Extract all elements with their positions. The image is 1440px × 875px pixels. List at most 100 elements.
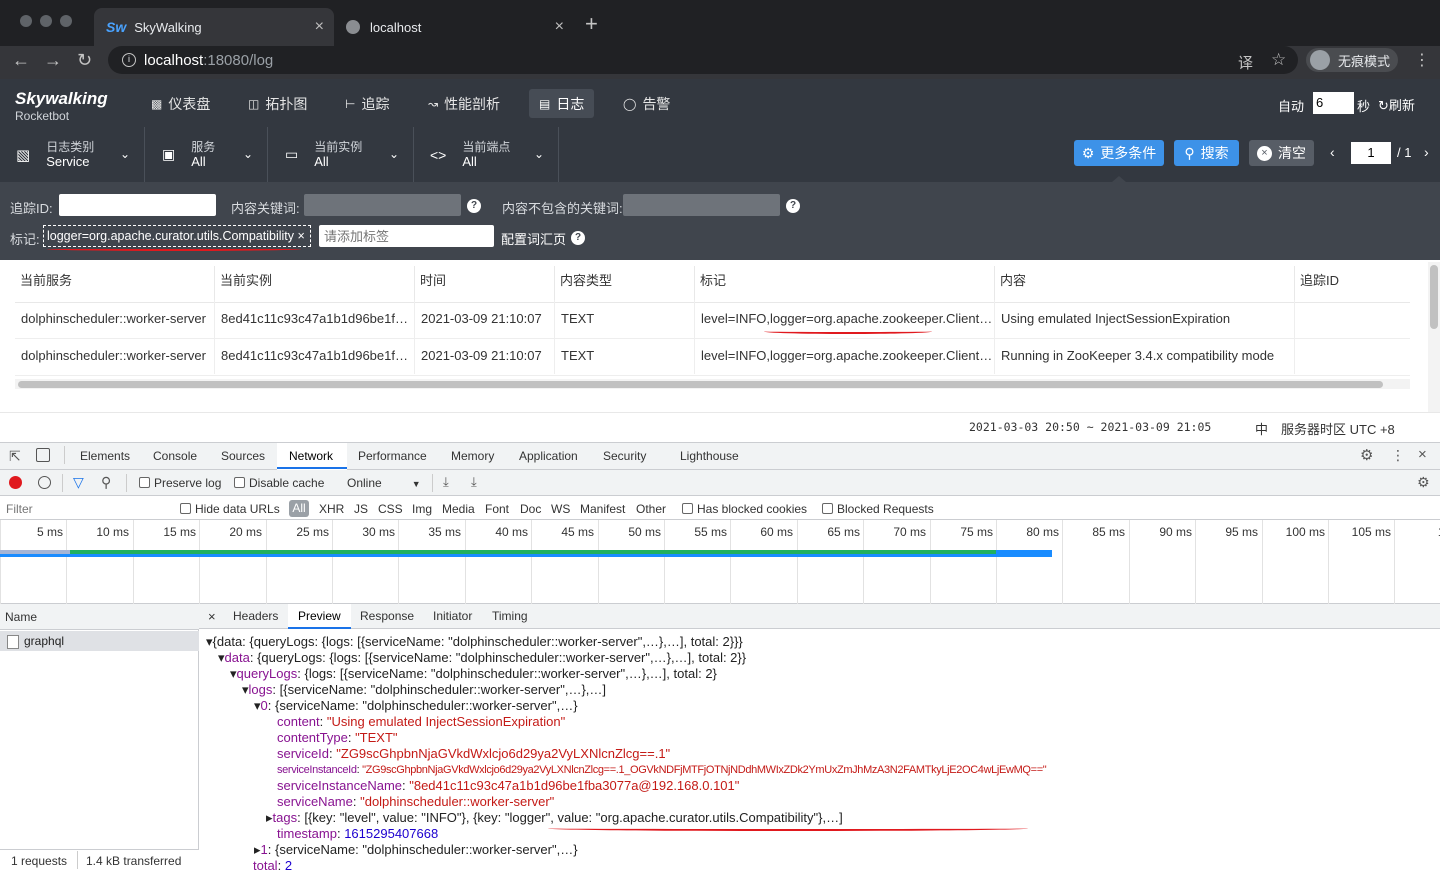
time-range[interactable]: 2021-03-03 20:50 ~ 2021-03-09 21:05 <box>969 420 1211 434</box>
service-select[interactable]: ▣ 服务 All ⌄ <box>145 127 268 182</box>
help-icon[interactable]: ? <box>467 199 481 213</box>
devtools-tab-lighthouse[interactable]: Lighthouse <box>680 449 739 463</box>
gear-icon[interactable]: ⚙ <box>1360 446 1373 464</box>
clear-button[interactable]: × 清空 <box>1249 140 1314 166</box>
translate-icon[interactable]: 译 <box>1238 52 1253 73</box>
close-detail-icon[interactable]: × <box>208 609 216 624</box>
tree-node-querylogs[interactable]: ▾queryLogs: {logs: [{serviceName: "dolph… <box>230 666 717 682</box>
hide-data-urls-checkbox[interactable]: Hide data URLs <box>180 502 280 516</box>
type-filter-all[interactable]: All <box>289 500 309 517</box>
type-filter-doc[interactable]: Doc <box>520 502 541 516</box>
checkbox[interactable] <box>180 503 191 514</box>
back-arrow-icon[interactable]: ← <box>12 50 30 71</box>
tag-chip[interactable]: logger=org.apache.curator.utils.Compatib… <box>43 225 311 247</box>
has-blocked-cookies-checkbox[interactable]: Has blocked cookies <box>682 502 807 516</box>
type-filter-font[interactable]: Font <box>485 502 509 516</box>
browser-tab-skywalking[interactable]: Sw SkyWalking × <box>94 8 334 46</box>
close-icon[interactable]: × <box>1418 446 1427 463</box>
devtools-tab-security[interactable]: Security <box>603 449 646 463</box>
checkbox[interactable] <box>234 477 245 488</box>
exclude-keyword-input[interactable] <box>623 194 780 216</box>
tag-remove-icon[interactable]: × <box>298 229 305 243</box>
auto-refresh-input[interactable]: 6 <box>1313 92 1354 114</box>
filter-input[interactable] <box>2 499 167 518</box>
page-input[interactable]: 1 <box>1351 142 1391 164</box>
more-vert-icon[interactable]: ⋮ <box>1391 447 1405 464</box>
type-filter-manifest[interactable]: Manifest <box>580 502 625 516</box>
window-close-button[interactable] <box>20 15 32 27</box>
help-icon[interactable]: ? <box>786 199 800 213</box>
import-har-icon[interactable]: ⤓ <box>443 474 449 490</box>
detail-tab-timing[interactable]: Timing <box>492 609 528 623</box>
keyword-input[interactable] <box>304 194 461 216</box>
table-cell[interactable]: Using emulated InjectSessionExpiration <box>995 300 1295 337</box>
tree-node-data[interactable]: ▾data: {queryLogs: {logs: [{serviceName:… <box>218 650 746 666</box>
gear-icon[interactable]: ⚙ <box>1417 474 1430 491</box>
star-icon[interactable]: ☆ <box>1271 50 1286 70</box>
clear-log-icon[interactable] <box>38 476 51 489</box>
type-filter-ws[interactable]: WS <box>551 502 570 516</box>
table-cell[interactable]: TEXT <box>555 300 695 337</box>
nav-alarm[interactable]: ◯ 告警 <box>613 89 680 118</box>
address-bar[interactable]: i localhost:18080/log <box>108 46 1298 74</box>
reload-icon[interactable]: ↻ <box>77 50 92 71</box>
devtools-tab-memory[interactable]: Memory <box>451 449 494 463</box>
table-cell[interactable]: 8ed41c11c93c47a1b1d96be1fba3077a@192.168… <box>215 300 415 337</box>
name-column-header[interactable]: Name <box>5 610 37 624</box>
add-tag-input[interactable] <box>319 225 494 247</box>
browser-tab-localhost[interactable]: localhost × <box>334 8 574 46</box>
more-conditions-button[interactable]: ⚙ 更多条件 <box>1074 140 1164 166</box>
checkbox[interactable] <box>682 503 693 514</box>
new-tab-button[interactable]: + <box>585 11 598 37</box>
more-vert-icon[interactable]: ⋮ <box>1414 50 1430 70</box>
table-cell[interactable]: level=INFO,logger=org.apache.zookeeper.C… <box>695 337 995 374</box>
detail-tab-response[interactable]: Response <box>360 609 414 623</box>
record-icon[interactable] <box>9 476 22 489</box>
type-filter-css[interactable]: CSS <box>378 502 403 516</box>
device-toolbar-icon[interactable] <box>36 448 50 462</box>
request-name[interactable]: graphql <box>24 634 64 648</box>
nav-log[interactable]: ▤ 日志 <box>529 89 595 118</box>
type-filter-media[interactable]: Media <box>442 502 475 516</box>
nav-profile[interactable]: ↝ 性能剖析 <box>418 89 510 118</box>
nav-trace[interactable]: ⊢ 追踪 <box>335 89 399 118</box>
table-cell[interactable]: dolphinscheduler::worker-server <box>15 337 215 374</box>
vertical-scrollbar-thumb[interactable] <box>1430 265 1438 329</box>
horizontal-scrollbar-thumb[interactable] <box>18 381 1383 388</box>
nav-topology[interactable]: ◫ 拓扑图 <box>238 89 317 118</box>
forward-arrow-icon[interactable]: → <box>44 50 62 71</box>
skywalking-logo[interactable]: Skywalking <box>15 89 108 109</box>
table-cell[interactable]: 2021-03-09 21:10:07 <box>415 300 555 337</box>
detail-tab-initiator[interactable]: Initiator <box>433 609 472 623</box>
log-category-select[interactable]: ▧ 日志类别 Service ⌄ <box>0 127 145 182</box>
devtools-tab-elements[interactable]: Elements <box>80 449 130 463</box>
blocked-requests-checkbox[interactable]: Blocked Requests <box>822 502 934 516</box>
tab-close-icon[interactable]: × <box>315 18 324 36</box>
incognito-badge[interactable]: 无痕模式 <box>1306 48 1398 72</box>
type-filter-xhr[interactable]: XHR <box>319 502 344 516</box>
next-page-icon[interactable]: › <box>1424 144 1429 160</box>
table-cell[interactable]: Running in ZooKeeper 3.4.x compatibility… <box>995 337 1295 374</box>
detail-tab-preview[interactable]: Preview <box>298 609 341 623</box>
config-vocab-link[interactable]: 配置词汇页 <box>501 229 566 248</box>
instance-select[interactable]: ▭ 当前实例 All ⌄ <box>268 127 414 182</box>
refresh-button[interactable]: ↻刷新 <box>1378 95 1415 114</box>
devtools-tab-application[interactable]: Application <box>519 449 578 463</box>
type-filter-other[interactable]: Other <box>636 502 666 516</box>
table-cell[interactable]: TEXT <box>555 337 695 374</box>
prev-page-icon[interactable]: ‹ <box>1330 144 1335 160</box>
table-cell[interactable]: 8ed41c11c93c47a1b1d96be1fba3077a@192.168… <box>215 337 415 374</box>
tree-node-log-0[interactable]: ▾0: {serviceName: "dolphinscheduler::wor… <box>254 698 578 714</box>
help-icon[interactable]: ? <box>571 231 585 245</box>
tab-close-icon[interactable]: × <box>555 18 564 36</box>
tree-node-log-1[interactable]: ▸1: {serviceName: "dolphinscheduler::wor… <box>254 842 578 858</box>
nav-dashboard[interactable]: ▩ 仪表盘 <box>141 89 220 118</box>
language-toggle[interactable]: 中 <box>1255 419 1268 438</box>
inspect-element-icon[interactable]: ⇱ <box>9 448 21 465</box>
checkbox[interactable] <box>822 503 833 514</box>
table-cell[interactable] <box>1295 300 1410 337</box>
window-zoom-button[interactable] <box>60 15 72 27</box>
devtools-tab-sources[interactable]: Sources <box>221 449 265 463</box>
search-button[interactable]: ⚲ 搜索 <box>1174 140 1239 166</box>
preserve-log-checkbox[interactable]: Preserve log <box>139 476 221 490</box>
